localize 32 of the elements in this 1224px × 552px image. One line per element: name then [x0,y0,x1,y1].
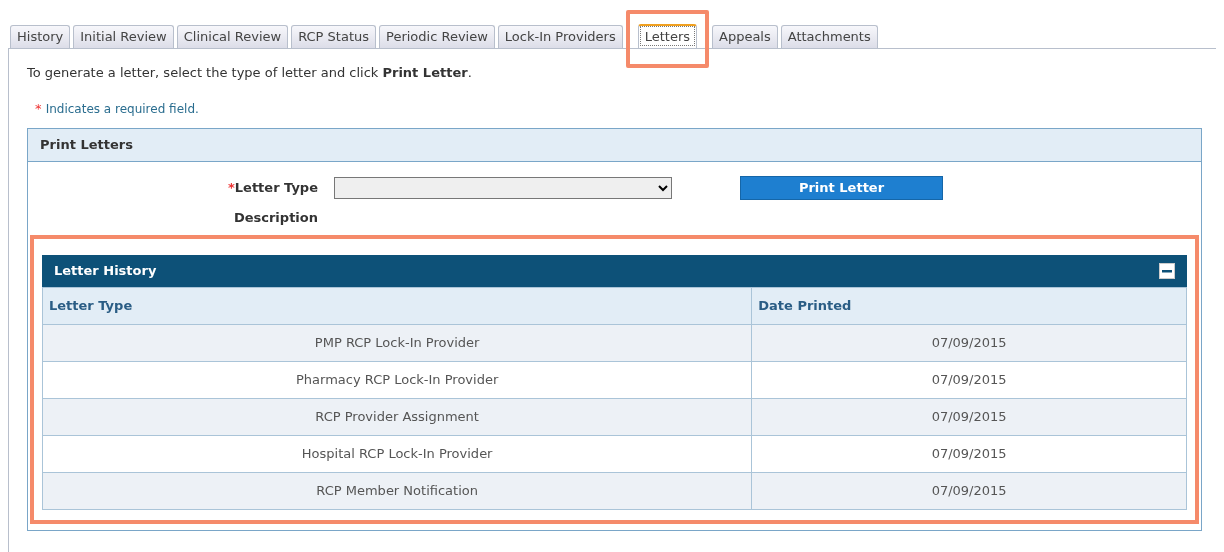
required-marker: * [227,179,235,195]
tab[interactable]: RCP Status [291,25,376,48]
print-letter-button[interactable]: Print Letter [740,175,943,200]
tab[interactable]: Periodic Review [379,25,495,48]
table-cell: Pharmacy RCP Lock-In Provider [42,361,752,398]
tab[interactable]: Attachments [780,25,878,48]
table-cell: RCP Member Notification [42,472,752,509]
table-cell: 07/09/2015 [751,472,1187,509]
tab[interactable]: Appeals [712,25,778,48]
panel-title: Print Letters [28,129,1201,162]
tab[interactable]: Lock-In Providers [497,25,623,48]
table-cell: 07/09/2015 [751,435,1187,472]
tab[interactable]: History [10,25,71,48]
letter-type-dropdown[interactable] [334,176,672,199]
table-cell: 07/09/2015 [751,361,1187,398]
field-label: Description [233,209,318,225]
table-cell: Hospital RCP Lock-In Provider [42,435,752,472]
field-label: Letter Type [234,179,318,195]
column-header: Letter Type [42,287,752,324]
required-marker: * [35,100,42,116]
table-cell: 07/09/2015 [751,324,1187,361]
section-title: Letter History [54,262,157,280]
required-note: Indicates a required field. [45,101,199,116]
collapse-icon[interactable] [1159,262,1175,279]
column-header: Date Printed [751,287,1187,324]
table-cell: PMP RCP Lock-In Provider [42,324,752,361]
tab[interactable]: Initial Review [73,25,174,48]
table-cell: RCP Provider Assignment [42,398,752,435]
tab[interactable]: Clinical Review [176,25,289,48]
table-cell: 07/09/2015 [751,398,1187,435]
tab[interactable]: Letters [637,24,697,48]
instruction-text: To generate a letter, select the type of letter and click Print Letter. [27,64,473,82]
